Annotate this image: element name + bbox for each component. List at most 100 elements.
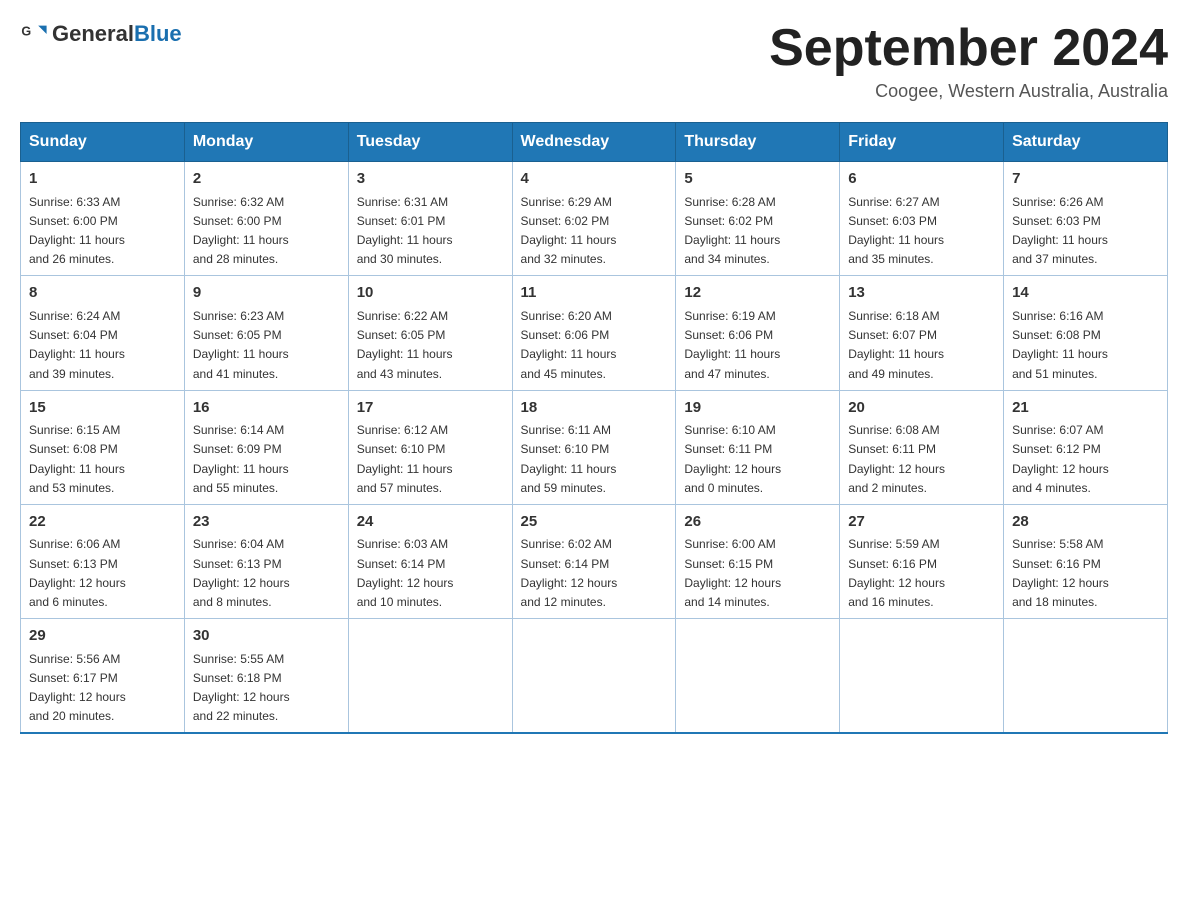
calendar-cell: 22Sunrise: 6:06 AMSunset: 6:13 PMDayligh… — [21, 504, 185, 618]
calendar-cell — [512, 619, 676, 734]
day-number: 7 — [1012, 168, 1159, 191]
calendar-cell: 24Sunrise: 6:03 AMSunset: 6:14 PMDayligh… — [348, 504, 512, 618]
day-number: 14 — [1012, 282, 1159, 305]
calendar-cell: 27Sunrise: 5:59 AMSunset: 6:16 PMDayligh… — [840, 504, 1004, 618]
day-info: Sunrise: 6:02 AMSunset: 6:14 PMDaylight:… — [521, 535, 668, 612]
day-number: 23 — [193, 511, 340, 534]
calendar-header-row: SundayMondayTuesdayWednesdayThursdayFrid… — [21, 123, 1168, 162]
day-number: 30 — [193, 625, 340, 648]
day-info: Sunrise: 6:28 AMSunset: 6:02 PMDaylight:… — [684, 193, 831, 270]
col-header-sunday: Sunday — [21, 123, 185, 162]
calendar-week-row: 15Sunrise: 6:15 AMSunset: 6:08 PMDayligh… — [21, 390, 1168, 504]
calendar-cell: 3Sunrise: 6:31 AMSunset: 6:01 PMDaylight… — [348, 162, 512, 276]
day-number: 27 — [848, 511, 995, 534]
calendar-cell: 16Sunrise: 6:14 AMSunset: 6:09 PMDayligh… — [184, 390, 348, 504]
day-number: 9 — [193, 282, 340, 305]
col-header-tuesday: Tuesday — [348, 123, 512, 162]
day-number: 13 — [848, 282, 995, 305]
calendar-cell: 7Sunrise: 6:26 AMSunset: 6:03 PMDaylight… — [1004, 162, 1168, 276]
calendar-week-row: 29Sunrise: 5:56 AMSunset: 6:17 PMDayligh… — [21, 619, 1168, 734]
calendar-week-row: 22Sunrise: 6:06 AMSunset: 6:13 PMDayligh… — [21, 504, 1168, 618]
col-header-monday: Monday — [184, 123, 348, 162]
calendar-cell: 1Sunrise: 6:33 AMSunset: 6:00 PMDaylight… — [21, 162, 185, 276]
day-number: 28 — [1012, 511, 1159, 534]
day-info: Sunrise: 6:16 AMSunset: 6:08 PMDaylight:… — [1012, 307, 1159, 384]
day-number: 10 — [357, 282, 504, 305]
calendar-cell: 12Sunrise: 6:19 AMSunset: 6:06 PMDayligh… — [676, 276, 840, 390]
day-info: Sunrise: 6:12 AMSunset: 6:10 PMDaylight:… — [357, 421, 504, 498]
calendar-week-row: 1Sunrise: 6:33 AMSunset: 6:00 PMDaylight… — [21, 162, 1168, 276]
day-number: 25 — [521, 511, 668, 534]
col-header-wednesday: Wednesday — [512, 123, 676, 162]
page-header: G GeneralBlue September 2024 Coogee, Wes… — [20, 20, 1168, 102]
day-number: 6 — [848, 168, 995, 191]
calendar-cell: 19Sunrise: 6:10 AMSunset: 6:11 PMDayligh… — [676, 390, 840, 504]
day-number: 20 — [848, 397, 995, 420]
calendar-cell: 14Sunrise: 6:16 AMSunset: 6:08 PMDayligh… — [1004, 276, 1168, 390]
day-info: Sunrise: 6:32 AMSunset: 6:00 PMDaylight:… — [193, 193, 340, 270]
day-info: Sunrise: 6:03 AMSunset: 6:14 PMDaylight:… — [357, 535, 504, 612]
day-info: Sunrise: 6:14 AMSunset: 6:09 PMDaylight:… — [193, 421, 340, 498]
calendar-cell: 20Sunrise: 6:08 AMSunset: 6:11 PMDayligh… — [840, 390, 1004, 504]
day-number: 21 — [1012, 397, 1159, 420]
logo-general-text: General — [52, 21, 134, 46]
calendar-cell: 8Sunrise: 6:24 AMSunset: 6:04 PMDaylight… — [21, 276, 185, 390]
day-info: Sunrise: 6:11 AMSunset: 6:10 PMDaylight:… — [521, 421, 668, 498]
day-number: 15 — [29, 397, 176, 420]
day-number: 2 — [193, 168, 340, 191]
day-number: 3 — [357, 168, 504, 191]
day-info: Sunrise: 6:23 AMSunset: 6:05 PMDaylight:… — [193, 307, 340, 384]
calendar-cell: 4Sunrise: 6:29 AMSunset: 6:02 PMDaylight… — [512, 162, 676, 276]
day-number: 24 — [357, 511, 504, 534]
day-info: Sunrise: 6:26 AMSunset: 6:03 PMDaylight:… — [1012, 193, 1159, 270]
calendar-cell: 2Sunrise: 6:32 AMSunset: 6:00 PMDaylight… — [184, 162, 348, 276]
day-number: 29 — [29, 625, 176, 648]
day-number: 17 — [357, 397, 504, 420]
calendar-cell — [1004, 619, 1168, 734]
day-number: 1 — [29, 168, 176, 191]
day-info: Sunrise: 6:10 AMSunset: 6:11 PMDaylight:… — [684, 421, 831, 498]
day-info: Sunrise: 5:59 AMSunset: 6:16 PMDaylight:… — [848, 535, 995, 612]
day-number: 11 — [521, 282, 668, 305]
day-info: Sunrise: 6:06 AMSunset: 6:13 PMDaylight:… — [29, 535, 176, 612]
day-number: 22 — [29, 511, 176, 534]
calendar-cell: 10Sunrise: 6:22 AMSunset: 6:05 PMDayligh… — [348, 276, 512, 390]
calendar-cell: 29Sunrise: 5:56 AMSunset: 6:17 PMDayligh… — [21, 619, 185, 734]
day-number: 18 — [521, 397, 668, 420]
day-number: 5 — [684, 168, 831, 191]
day-info: Sunrise: 5:55 AMSunset: 6:18 PMDaylight:… — [193, 650, 340, 727]
svg-text:G: G — [21, 24, 31, 38]
calendar-table: SundayMondayTuesdayWednesdayThursdayFrid… — [20, 122, 1168, 734]
day-info: Sunrise: 6:29 AMSunset: 6:02 PMDaylight:… — [521, 193, 668, 270]
calendar-subtitle: Coogee, Western Australia, Australia — [769, 81, 1168, 102]
logo-icon: G — [20, 20, 48, 48]
day-info: Sunrise: 6:20 AMSunset: 6:06 PMDaylight:… — [521, 307, 668, 384]
calendar-cell — [840, 619, 1004, 734]
day-info: Sunrise: 6:07 AMSunset: 6:12 PMDaylight:… — [1012, 421, 1159, 498]
day-info: Sunrise: 5:56 AMSunset: 6:17 PMDaylight:… — [29, 650, 176, 727]
calendar-cell: 9Sunrise: 6:23 AMSunset: 6:05 PMDaylight… — [184, 276, 348, 390]
calendar-cell: 17Sunrise: 6:12 AMSunset: 6:10 PMDayligh… — [348, 390, 512, 504]
calendar-cell: 21Sunrise: 6:07 AMSunset: 6:12 PMDayligh… — [1004, 390, 1168, 504]
calendar-cell: 28Sunrise: 5:58 AMSunset: 6:16 PMDayligh… — [1004, 504, 1168, 618]
calendar-cell — [348, 619, 512, 734]
day-info: Sunrise: 5:58 AMSunset: 6:16 PMDaylight:… — [1012, 535, 1159, 612]
day-info: Sunrise: 6:27 AMSunset: 6:03 PMDaylight:… — [848, 193, 995, 270]
calendar-title: September 2024 — [769, 20, 1168, 77]
day-number: 8 — [29, 282, 176, 305]
day-info: Sunrise: 6:31 AMSunset: 6:01 PMDaylight:… — [357, 193, 504, 270]
day-number: 12 — [684, 282, 831, 305]
day-info: Sunrise: 6:15 AMSunset: 6:08 PMDaylight:… — [29, 421, 176, 498]
calendar-cell: 30Sunrise: 5:55 AMSunset: 6:18 PMDayligh… — [184, 619, 348, 734]
calendar-cell — [676, 619, 840, 734]
calendar-cell: 6Sunrise: 6:27 AMSunset: 6:03 PMDaylight… — [840, 162, 1004, 276]
day-info: Sunrise: 6:08 AMSunset: 6:11 PMDaylight:… — [848, 421, 995, 498]
calendar-cell: 5Sunrise: 6:28 AMSunset: 6:02 PMDaylight… — [676, 162, 840, 276]
logo-blue-text: Blue — [134, 21, 182, 46]
logo: G GeneralBlue — [20, 20, 182, 48]
col-header-thursday: Thursday — [676, 123, 840, 162]
calendar-cell: 18Sunrise: 6:11 AMSunset: 6:10 PMDayligh… — [512, 390, 676, 504]
day-info: Sunrise: 6:22 AMSunset: 6:05 PMDaylight:… — [357, 307, 504, 384]
day-number: 16 — [193, 397, 340, 420]
calendar-cell: 15Sunrise: 6:15 AMSunset: 6:08 PMDayligh… — [21, 390, 185, 504]
